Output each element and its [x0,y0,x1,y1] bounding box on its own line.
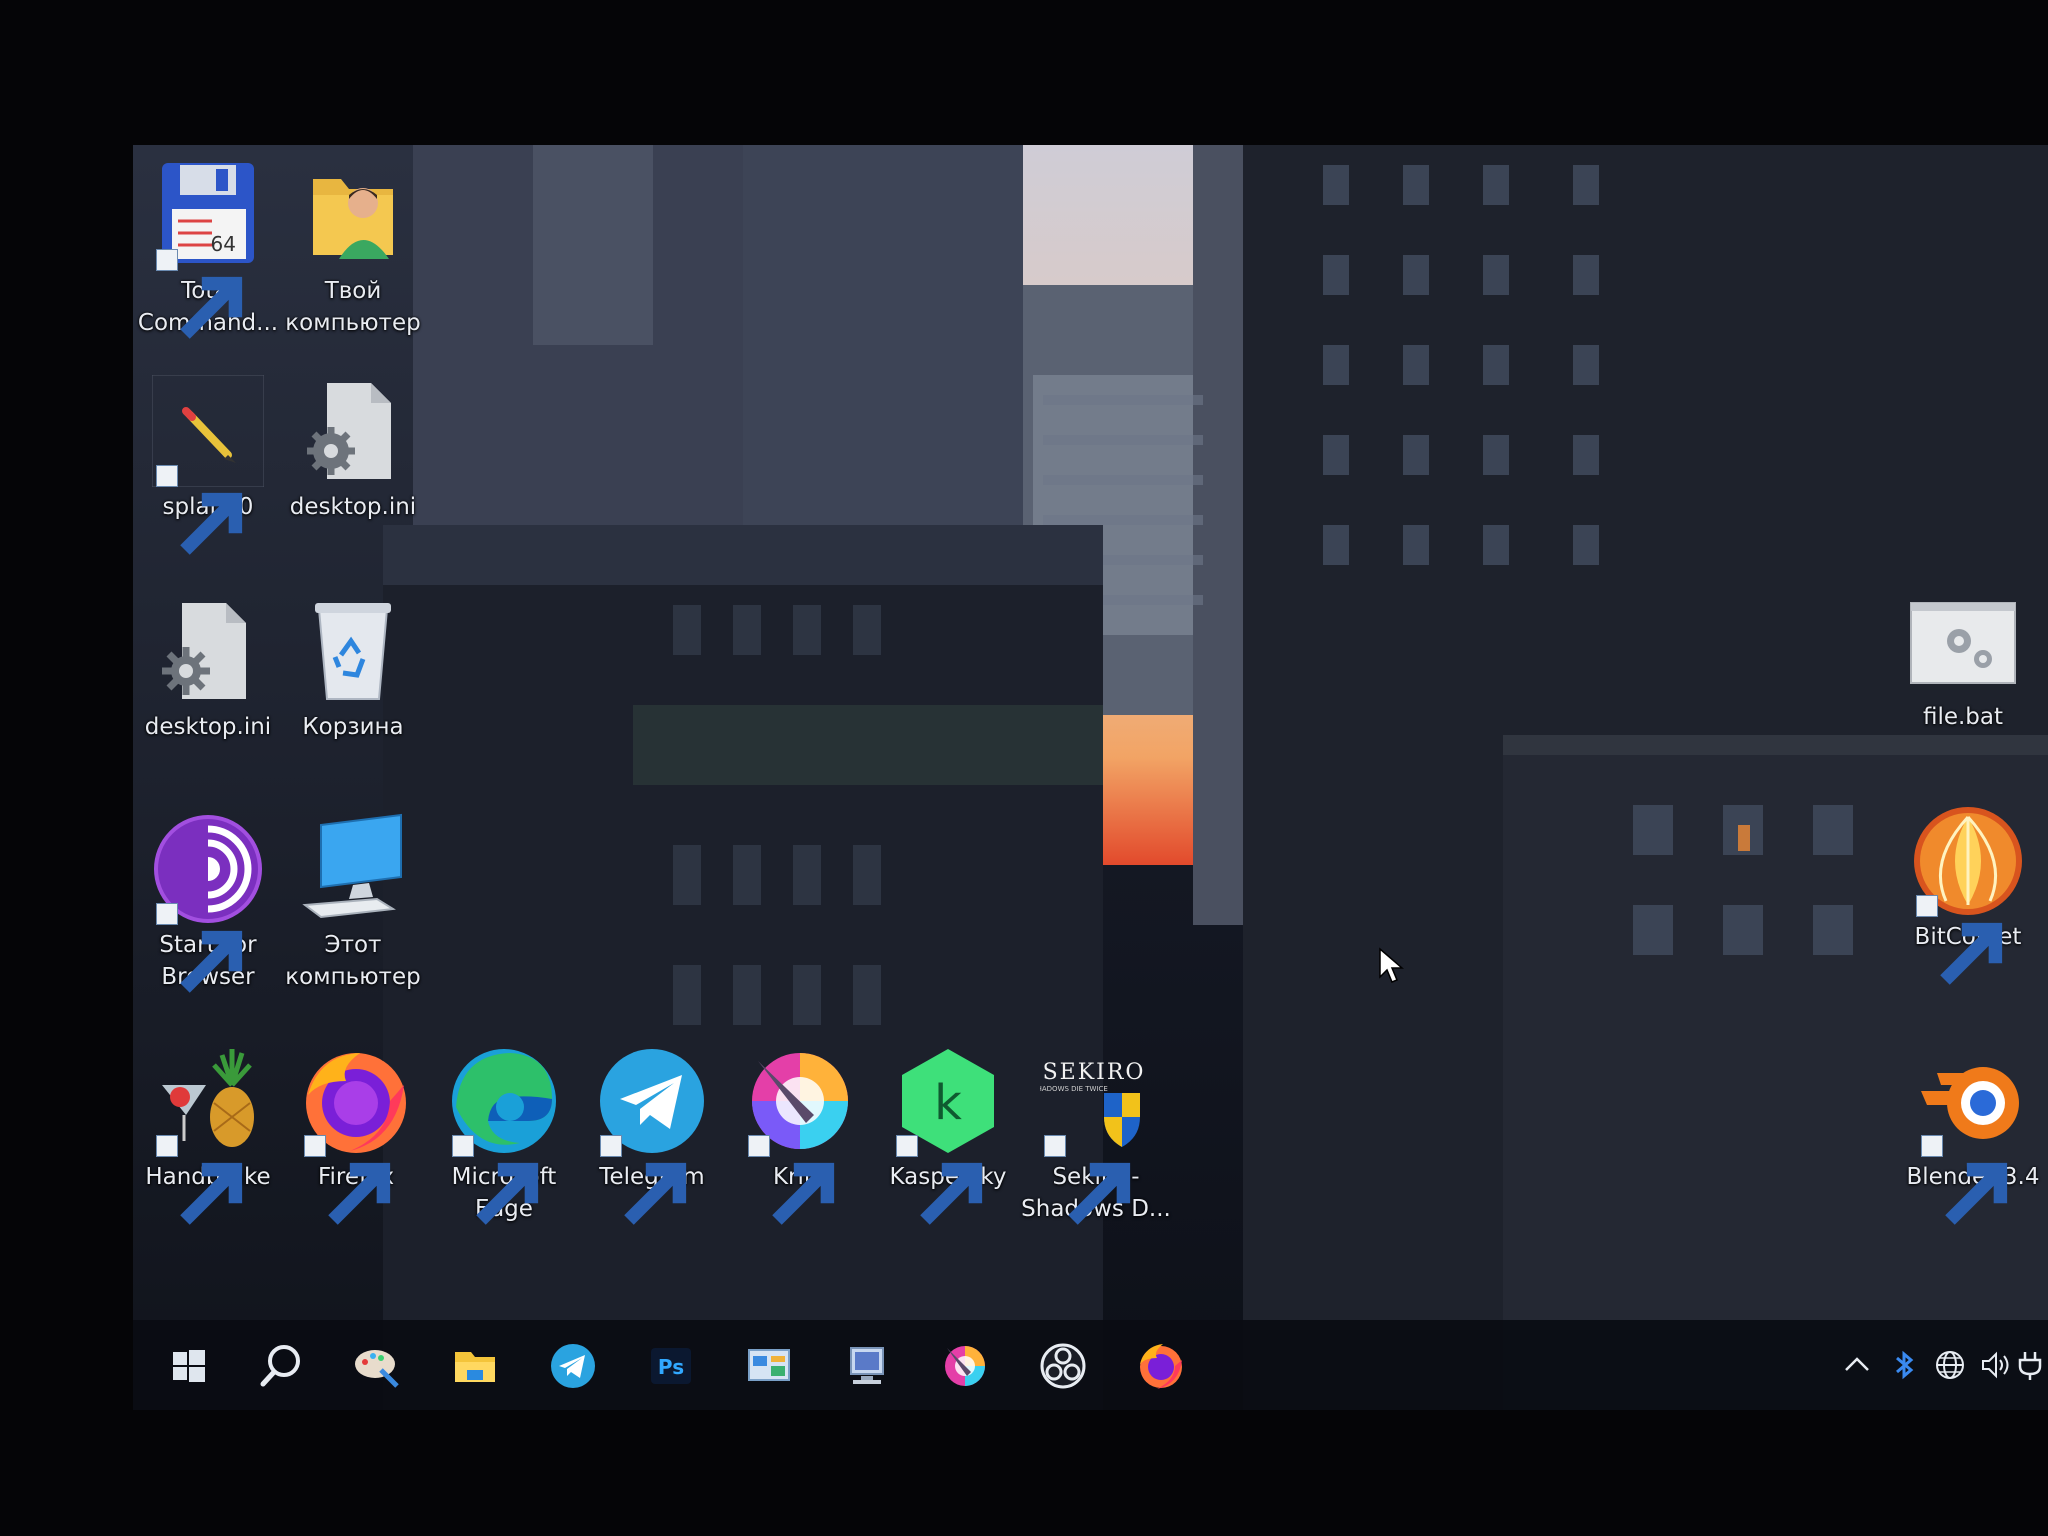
shortcut-arrow-icon [748,1135,835,1225]
batch-file-icon [1910,602,2016,684]
shortcut-arrow-icon [452,1135,539,1225]
shortcut-arrow-icon [156,249,243,339]
tray-bluetooth-button[interactable] [1887,1348,1921,1382]
svg-text:k: k [934,1075,962,1131]
search-icon [260,1345,300,1387]
photoshop-icon: Ps [651,1348,691,1384]
desktop-icon-krita[interactable]: Krita [725,1045,875,1225]
obs-icon [1040,1343,1086,1389]
settings-file-icon [162,603,246,699]
icon-label: desktop.ini [144,714,272,740]
user-folder-icon [313,179,393,259]
globe-icon [1936,1351,1964,1379]
desktop-icon-etot-kompyuter[interactable]: Этот компьютер [278,813,428,993]
svg-text:Ps: Ps [658,1355,684,1379]
desktop-icon-bitcomet[interactable]: BitComet [1893,805,2043,985]
shortcut-arrow-icon [156,903,243,993]
desktop-icon-firefox[interactable]: Firefox [281,1045,431,1225]
desktop-icon-tvoy-kompyuter[interactable]: Твой компьютер [278,159,428,339]
desktop-icon-sekiro[interactable]: SEKIRO SHADOWS DIE TWICE Sekiro - Shadow… [1021,1045,1171,1225]
desktop-icon-korzina[interactable]: Корзина [278,595,428,743]
desktop-icon-handbrake[interactable]: Handbrake [133,1045,283,1225]
icon-label: Твой компьютер [285,278,421,336]
shortcut-arrow-icon [156,1135,243,1225]
svg-text:SEKIRO: SEKIRO [1043,1060,1146,1085]
control-panel-icon [748,1349,790,1381]
taskbar-search-button[interactable] [255,1340,307,1392]
shortcut-arrow-icon [304,1135,391,1225]
tray-volume-button[interactable] [1979,1348,2013,1382]
shortcut-arrow-icon [156,465,243,555]
firefox-icon [1140,1344,1182,1389]
desktop-icon-desktop-ini-1[interactable]: desktop.ini [278,375,428,523]
icon-label: Этот компьютер [285,932,421,990]
windows-logo-icon [173,1350,205,1382]
taskbar-control-panel-button[interactable] [743,1340,795,1392]
icon-label: desktop.ini [289,494,417,520]
chevron-up-icon [1845,1357,1869,1371]
mouse-cursor-icon [1379,947,1404,983]
shortcut-arrow-icon [1916,895,2003,985]
tray-network-button[interactable] [1933,1348,1967,1382]
desktop-screen: 64 Total Command... Твой компьютер splan… [133,145,2048,1410]
shortcut-arrow-icon [896,1135,983,1225]
telegram-icon [551,1344,595,1388]
settings-file-icon [307,383,391,479]
krita-icon [945,1346,985,1386]
desktop-icon-file-bat[interactable]: file.bat [1888,585,2038,733]
desktop-icon-splan70[interactable]: splan70 [133,375,283,555]
taskbar-telegram-button[interactable] [547,1340,599,1392]
shortcut-arrow-icon [600,1135,687,1225]
taskbar-start-button[interactable] [163,1340,215,1392]
taskbar-firefox-button[interactable] [1135,1340,1187,1392]
taskbar: Ps [133,1320,2048,1410]
desktop-icon-start-tor-browser[interactable]: Start Tor Browser [133,813,283,993]
taskbar-this-pc-button[interactable] [841,1340,893,1392]
computer-icon [850,1347,884,1384]
taskbar-obs-button[interactable] [1037,1340,1089,1392]
tray-show-hidden-button[interactable] [1840,1348,1874,1382]
desktop-icon-desktop-ini-2[interactable]: desktop.ini [133,595,283,743]
desktop-icon-telegram[interactable]: Telegram [577,1045,727,1225]
bluetooth-icon [1896,1350,1914,1380]
icon-label: file.bat [1922,704,2004,730]
tray-power-button[interactable] [2013,1348,2047,1382]
shortcut-arrow-icon [1921,1135,2008,1225]
shortcut-arrow-icon [1044,1135,1131,1225]
folder-icon [455,1352,495,1382]
desktop-icon-blender[interactable]: Blender 3.4 [1898,1045,2048,1225]
speaker-icon [1982,1351,2009,1379]
desktop-icon-kaspersky[interactable]: k Kaspersky [873,1045,1023,1225]
taskbar-file-explorer-button[interactable] [449,1340,501,1392]
computer-icon [302,813,402,919]
taskbar-krita-button[interactable] [939,1340,991,1392]
paint-icon [355,1350,399,1388]
taskbar-paint-button[interactable] [351,1340,403,1392]
plug-icon [2018,1352,2042,1380]
recycle-bin-icon [315,603,391,700]
icon-label: Корзина [302,714,404,740]
taskbar-photoshop-button[interactable]: Ps [645,1340,697,1392]
desktop-icon-total-commander[interactable]: 64 Total Command... [133,159,283,339]
desktop-icon-microsoft-edge[interactable]: Microsoft Edge [429,1045,579,1225]
svg-text:SHADOWS DIE TWICE: SHADOWS DIE TWICE [1040,1085,1108,1093]
